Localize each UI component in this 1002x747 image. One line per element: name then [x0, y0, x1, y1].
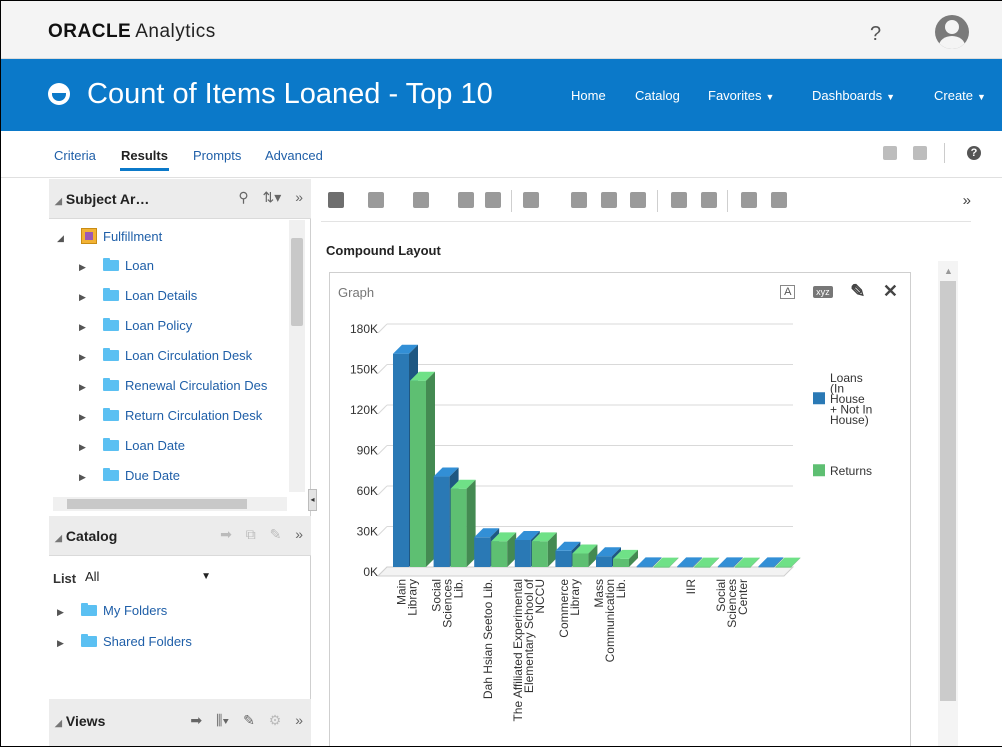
bar	[758, 566, 775, 568]
x-tick-label-line: Library	[406, 579, 420, 616]
y-tick-label: 150K	[350, 363, 378, 377]
gridline-depth	[377, 485, 388, 496]
bar	[734, 566, 751, 568]
gridline-depth	[377, 526, 388, 536]
y-tick-label: 180K	[350, 322, 378, 336]
x-tick-label-line: NCCU	[533, 579, 547, 614]
bar	[531, 541, 548, 567]
bar	[393, 353, 409, 567]
x-tick-label: The Affiliated ExperimentalElementary Sc…	[511, 578, 547, 721]
bar	[433, 476, 450, 567]
bar	[653, 566, 670, 568]
bar	[677, 566, 694, 568]
gridline-depth	[377, 364, 388, 374]
legend-swatch	[813, 464, 825, 477]
bar	[775, 566, 792, 568]
bar	[717, 566, 734, 568]
y-tick-label: 120K	[350, 403, 378, 417]
y-tick-label: 90K	[357, 444, 378, 458]
legend-label-line: House)	[830, 413, 869, 427]
bar	[514, 540, 531, 567]
x-tick-label-line: Lib.	[614, 579, 628, 598]
legend-label: Loans (In House + Not In House)	[830, 371, 872, 427]
x-tick-label: SocialSciencesLib.	[430, 579, 466, 628]
gridline-depth	[377, 404, 388, 415]
chart-floor	[376, 566, 795, 577]
y-tick-label: 0K	[363, 565, 378, 579]
bar	[596, 556, 612, 567]
bar	[694, 566, 711, 568]
x-tick-label: IIR	[684, 579, 698, 595]
legend-label: Returns	[830, 464, 872, 478]
x-tick-label-line: IIR	[684, 579, 698, 595]
app-window: ORACLE Analytics ? Count of Items Loaned …	[0, 0, 1002, 747]
x-tick-label-line: Library	[568, 579, 582, 616]
legend-label-line: Returns	[830, 464, 872, 478]
bar	[474, 537, 491, 567]
y-tick-label: 60K	[357, 484, 378, 498]
legend-swatch	[813, 392, 825, 405]
x-tick-label-line: Center	[736, 579, 750, 615]
bar	[555, 550, 572, 567]
gridline-depth	[377, 323, 388, 334]
x-tick-label-line: Dah Hsian Seetoo Lib.	[481, 579, 495, 699]
x-tick-label-line: Lib.	[452, 579, 466, 598]
x-tick-label: SocialSciencesCenter	[714, 579, 750, 628]
x-tick-label: Dah Hsian Seetoo Lib.	[481, 579, 495, 699]
y-tick-label: 30K	[357, 525, 378, 539]
gridline-depth	[377, 445, 388, 455]
bar	[613, 558, 629, 567]
bar	[450, 488, 467, 567]
bar	[572, 553, 589, 567]
bar	[410, 380, 426, 567]
bar-chart: 0K 30K 60K 90K 120K 150K 180K MainLibrary Social…	[350, 322, 872, 722]
x-tick-label: CommerceLibrary	[557, 579, 582, 638]
x-tick-label: MainLibrary	[395, 579, 420, 616]
x-tick-label: MassCommunicationLib.	[592, 579, 628, 662]
bar	[491, 541, 508, 567]
bar	[636, 566, 653, 568]
